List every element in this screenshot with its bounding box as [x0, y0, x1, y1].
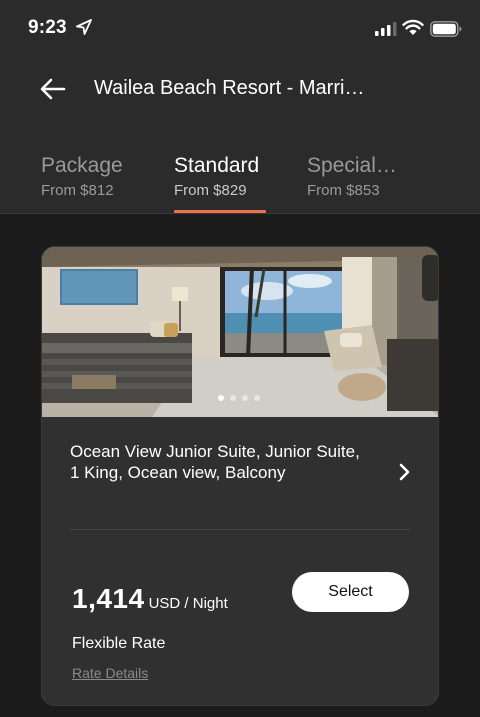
rate-tabs: Package From $812 Standard From $829 Spe… — [0, 148, 480, 214]
tab-price: From $853 — [307, 182, 380, 199]
screen: 9:23 Wailea Beach Resort - Marri… Packag… — [0, 0, 480, 717]
cellular-signal-icon — [375, 22, 397, 36]
pagination-dot[interactable] — [242, 395, 248, 401]
pagination-dot[interactable] — [230, 395, 236, 401]
tab-price: From $812 — [41, 182, 114, 199]
tab-price: From $829 — [174, 182, 247, 199]
header: 9:23 Wailea Beach Resort - Marri… Packag… — [0, 0, 480, 214]
location-arrow-icon — [76, 19, 92, 35]
status-bar: 9:23 — [0, 0, 480, 58]
room-details-row[interactable]: Ocean View Junior Suite, Junior Suite, 1… — [42, 417, 438, 527]
pagination-dot[interactable] — [254, 395, 260, 401]
room-card: Ocean View Junior Suite, Junior Suite, 1… — [41, 246, 439, 706]
rate-details-link[interactable]: Rate Details — [72, 665, 148, 681]
pagination-dot[interactable] — [218, 395, 224, 401]
room-photo[interactable] — [42, 247, 439, 417]
tab-label: Special… — [307, 154, 397, 177]
header-divider — [0, 213, 480, 214]
page-title: Wailea Beach Resort - Marri… — [94, 77, 365, 99]
chevron-right-icon — [399, 463, 410, 481]
battery-icon — [430, 21, 462, 37]
photo-pagination — [218, 395, 260, 401]
back-arrow-icon[interactable] — [38, 74, 68, 104]
select-button[interactable]: Select — [292, 572, 409, 612]
status-time: 9:23 — [28, 17, 67, 38]
price-amount: 1,414 — [72, 583, 145, 614]
price-unit: USD / Night — [148, 595, 228, 612]
card-divider — [70, 529, 410, 530]
tab-label: Standard — [174, 154, 260, 177]
tab-special[interactable]: Special… From $853 — [307, 154, 397, 199]
tab-package[interactable]: Package From $812 — [41, 154, 123, 199]
rate-name: Flexible Rate — [72, 635, 166, 652]
room-name: Ocean View Junior Suite, Junior Suite, 1… — [70, 442, 360, 482]
nav-bar: Wailea Beach Resort - Marri… — [0, 66, 480, 112]
nightly-price: 1,414 USD / Night — [72, 583, 228, 615]
tab-label: Package — [41, 154, 123, 177]
tab-standard[interactable]: Standard From $829 — [174, 154, 259, 199]
wifi-icon — [402, 19, 424, 35]
